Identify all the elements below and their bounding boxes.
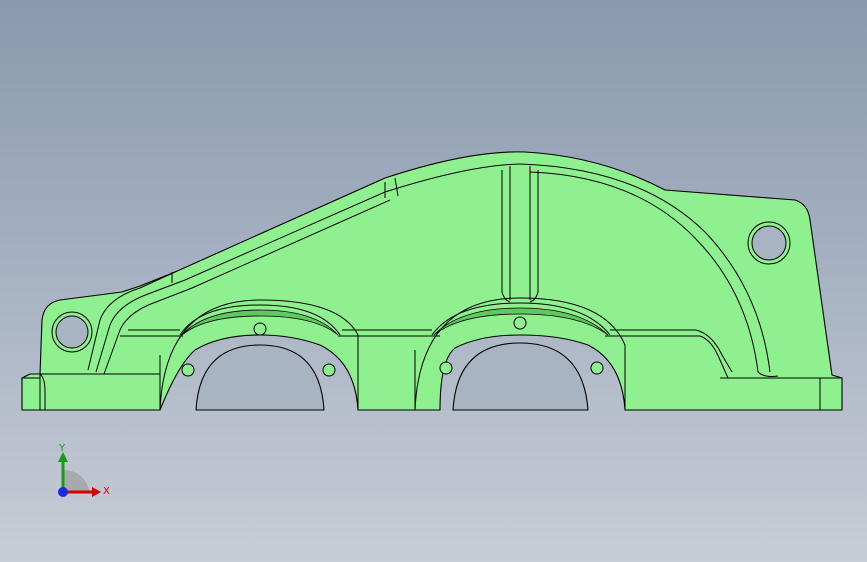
bearing-bore-left: [195, 344, 325, 411]
bolt-hole-right-1: [439, 361, 453, 375]
bolt-hole-left-2: [253, 322, 267, 336]
bolt-hole-right-3: [590, 361, 604, 375]
gearbox-cover-model[interactable]: [0, 0, 867, 562]
bolt-hole-right-2: [513, 316, 527, 330]
bolt-hole-left-1: [181, 363, 195, 377]
graphics-viewport[interactable]: X Y: [0, 0, 867, 562]
triad-xy-plane: [63, 470, 90, 492]
coordinate-triad: X Y: [40, 440, 120, 510]
bolt-hole-left-3: [322, 363, 336, 377]
part-outline: [21, 151, 843, 411]
triad-z-axis: [58, 487, 68, 497]
triad-y-label: Y: [59, 443, 66, 454]
triad-x-arrow: [92, 487, 101, 497]
triad-x-label: X: [103, 486, 110, 497]
bearing-bore-right: [452, 342, 589, 411]
